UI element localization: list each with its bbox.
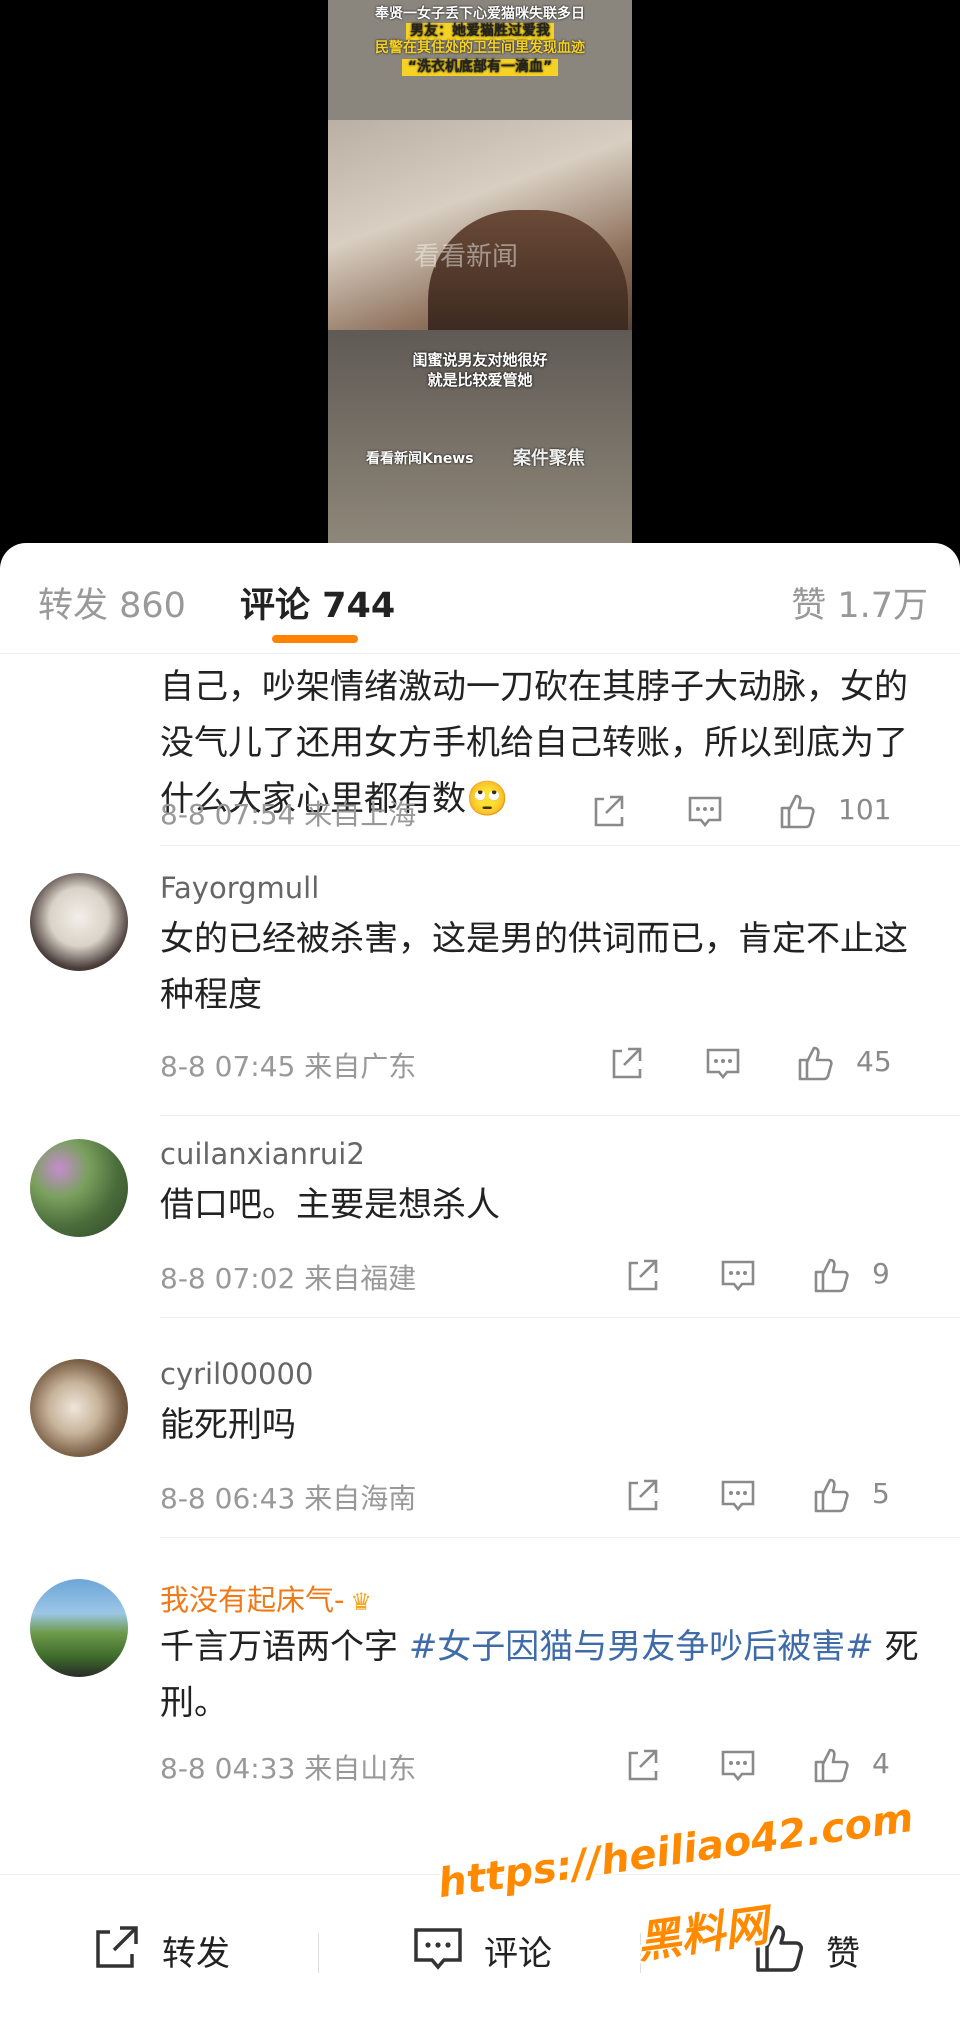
- like-count: 9: [872, 1257, 890, 1290]
- video-frame[interactable]: 奉贤一女子丢下心爱猫咪失联多日 男友：她爱猫胜过爱我 民警在其住处的卫生间里发现…: [328, 0, 632, 545]
- thumbs-up-icon[interactable]: [812, 1745, 852, 1785]
- comment-item: Fayorgmull 女的已经被杀害，这是男的供词而已，肯定不止这种程度 8-8…: [0, 845, 960, 1116]
- video-subtitle-line: 就是比较爱管她: [427, 371, 533, 389]
- comment-item: cyril00000 能死刑吗 8-8 06:43 来自海南 5: [0, 1317, 960, 1538]
- video-caption-line: 民警在其住处的卫生间里发现血迹: [375, 40, 585, 56]
- comment-username[interactable]: cuilanxianrui2: [160, 1137, 365, 1171]
- comment-item: 自己，吵架情绪激动一刀砍在其脖子大动脉，女的没气儿了还用女方手机给自己转账，所以…: [0, 655, 960, 846]
- thumbs-up-icon[interactable]: [812, 1255, 852, 1295]
- hashtag-link[interactable]: #女子因猫与男友争吵后被害#: [409, 1627, 874, 1667]
- thumbs-up-icon[interactable]: [778, 791, 818, 831]
- avatar[interactable]: [30, 1579, 128, 1677]
- like-count: 45: [856, 1045, 892, 1078]
- video-caption-line: 男友：她爱猫胜过爱我: [406, 23, 554, 40]
- comment-text-body: 千言万语两个字: [160, 1627, 409, 1667]
- comment-actions: 5: [460, 1475, 960, 1515]
- tab-bar: 转发 860 评论 744 赞 1.7万: [0, 543, 960, 654]
- comment-sheet: 转发 860 评论 744 赞 1.7万 自己，吵架情绪激动一刀砍在其脖子大动脉…: [0, 543, 960, 2025]
- comment-meta: 8-8 06:43 来自海南: [160, 1482, 417, 1515]
- comment-username[interactable]: 我没有起床气-: [160, 1583, 344, 1617]
- like-count: 5: [872, 1477, 890, 1510]
- video-caption: 奉贤一女子丢下心爱猫咪失联多日 男友：她爱猫胜过爱我 民警在其住处的卫生间里发现…: [328, 6, 632, 76]
- avatar[interactable]: [30, 1139, 128, 1237]
- comment-item: 我没有起床气- ♛ 千言万语两个字 #女子因猫与男友争吵后被害# 死刑。 8-8 …: [0, 1537, 960, 1817]
- thumbs-up-icon[interactable]: [796, 1043, 836, 1083]
- comment-actions: 45: [460, 1043, 960, 1083]
- comment-text: 女的已经被杀害，这是男的供词而已，肯定不止这种程度: [160, 919, 908, 1015]
- video-brand-logo: 看看新闻Knews: [366, 451, 474, 467]
- like-count: 101: [838, 793, 892, 826]
- video-player[interactable]: 奉贤一女子丢下心爱猫咪失联多日 男友：她爱猫胜过爱我 民警在其住处的卫生间里发现…: [0, 0, 960, 545]
- share-icon[interactable]: [622, 1475, 662, 1515]
- repost-label: 转发: [162, 1933, 230, 1974]
- comment-meta: 8-8 04:33 来自山东: [160, 1752, 417, 1785]
- comment-meta: 8-8 07:54 来自上海: [160, 798, 417, 831]
- comment-actions: 4: [460, 1745, 960, 1785]
- like-label: 赞: [826, 1933, 860, 1974]
- video-caption-line: 奉贤一女子丢下心爱猫咪失联多日: [375, 6, 585, 22]
- tab-comments[interactable]: 评论 744: [240, 577, 395, 628]
- repost-button[interactable]: 转发: [88, 1925, 230, 1975]
- comment-icon: [410, 1920, 466, 1980]
- video-caption-line: “洗衣机底部有一滴血”: [401, 59, 559, 76]
- comment-item: cuilanxianrui2 借口吧。主要是想杀人 8-8 07:02 来自福建…: [0, 1117, 960, 1337]
- share-icon: [88, 1920, 144, 1980]
- video-subtitle-line: 闺蜜说男友对她很好: [412, 351, 548, 369]
- comment-meta: 8-8 07:02 来自福建: [160, 1262, 417, 1295]
- video-subtitle: 闺蜜说男友对她很好 就是比较爱管她: [328, 350, 632, 390]
- share-icon[interactable]: [622, 1745, 662, 1785]
- divider: [160, 1115, 960, 1116]
- comment-username-vip[interactable]: 我没有起床气- ♛: [160, 1577, 372, 1619]
- comment-username[interactable]: Fayorgmull: [160, 871, 319, 905]
- share-icon[interactable]: [588, 791, 628, 831]
- comment-actions: 9: [460, 1255, 960, 1295]
- avatar[interactable]: [30, 1359, 128, 1457]
- divider: [318, 1933, 319, 1973]
- thumbs-up-icon[interactable]: [812, 1475, 852, 1515]
- tab-active-indicator: [272, 635, 358, 643]
- comment-meta: 8-8 07:45 来自广东: [160, 1050, 417, 1083]
- reply-icon[interactable]: [703, 1043, 743, 1083]
- avatar[interactable]: [30, 873, 128, 971]
- comment-text: 能死刑吗: [160, 1405, 296, 1445]
- comment-text: 借口吧。主要是想杀人: [160, 1185, 500, 1225]
- reply-icon[interactable]: [718, 1745, 758, 1785]
- video-brand-tag: 案件聚焦: [513, 448, 585, 469]
- tab-repost[interactable]: 转发 860: [38, 577, 186, 628]
- share-icon[interactable]: [622, 1255, 662, 1295]
- comment-label: 评论: [484, 1933, 552, 1974]
- video-watermark: 看看新闻: [414, 242, 519, 272]
- comment-text: 千言万语两个字 #女子因猫与男友争吵后被害# 死刑。: [160, 1619, 936, 1731]
- share-icon[interactable]: [606, 1043, 646, 1083]
- like-count: 4: [872, 1747, 890, 1780]
- reply-icon[interactable]: [718, 1255, 758, 1295]
- crown-icon: ♛: [350, 1588, 372, 1616]
- tab-likes[interactable]: 赞 1.7万: [791, 577, 928, 628]
- comment-username[interactable]: cyril00000: [160, 1357, 313, 1391]
- reply-icon[interactable]: [718, 1475, 758, 1515]
- reply-icon[interactable]: [685, 791, 725, 831]
- comment-actions: 101: [460, 791, 960, 831]
- comment-button[interactable]: 评论: [410, 1925, 552, 1975]
